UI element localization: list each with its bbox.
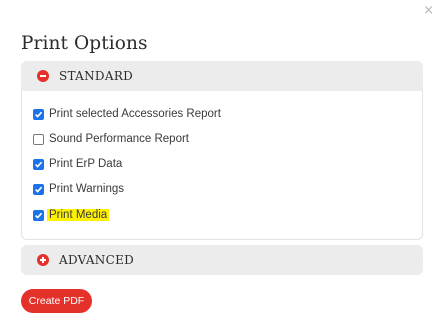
minus-circle-icon [37, 70, 49, 82]
option-erp-data[interactable]: Print ErP Data [33, 156, 122, 172]
close-icon[interactable]: × [423, 4, 434, 18]
section-body-standard: Print selected Accessories Report Sound … [21, 91, 423, 240]
checkbox-unchecked[interactable] [33, 133, 44, 145]
option-label: Sound Performance Report [49, 133, 189, 145]
option-label-highlighted: Print Media [47, 209, 110, 221]
option-label: Print Warnings [49, 183, 124, 195]
checkbox-checked[interactable] [33, 158, 44, 170]
section-label-advanced: ADVANCED [59, 253, 135, 267]
option-label: Print selected Accessories Report [49, 108, 221, 120]
option-warnings[interactable]: Print Warnings [33, 181, 124, 197]
section-label-standard: STANDARD [59, 69, 134, 83]
plus-circle-icon [37, 254, 49, 266]
checkbox-checked[interactable] [33, 108, 44, 120]
section-header-standard[interactable]: STANDARD [21, 61, 423, 91]
option-label: Print ErP Data [49, 158, 123, 170]
checkbox-checked[interactable] [33, 209, 44, 221]
option-sound-performance-report[interactable]: Sound Performance Report [33, 131, 189, 147]
section-header-advanced[interactable]: ADVANCED [21, 245, 423, 275]
checkbox-checked[interactable] [33, 183, 44, 195]
option-media[interactable]: Print Media [33, 207, 110, 223]
create-pdf-button[interactable]: Create PDF [21, 289, 92, 313]
dialog-title: Print Options [21, 33, 148, 54]
option-accessories-report[interactable]: Print selected Accessories Report [33, 106, 221, 122]
